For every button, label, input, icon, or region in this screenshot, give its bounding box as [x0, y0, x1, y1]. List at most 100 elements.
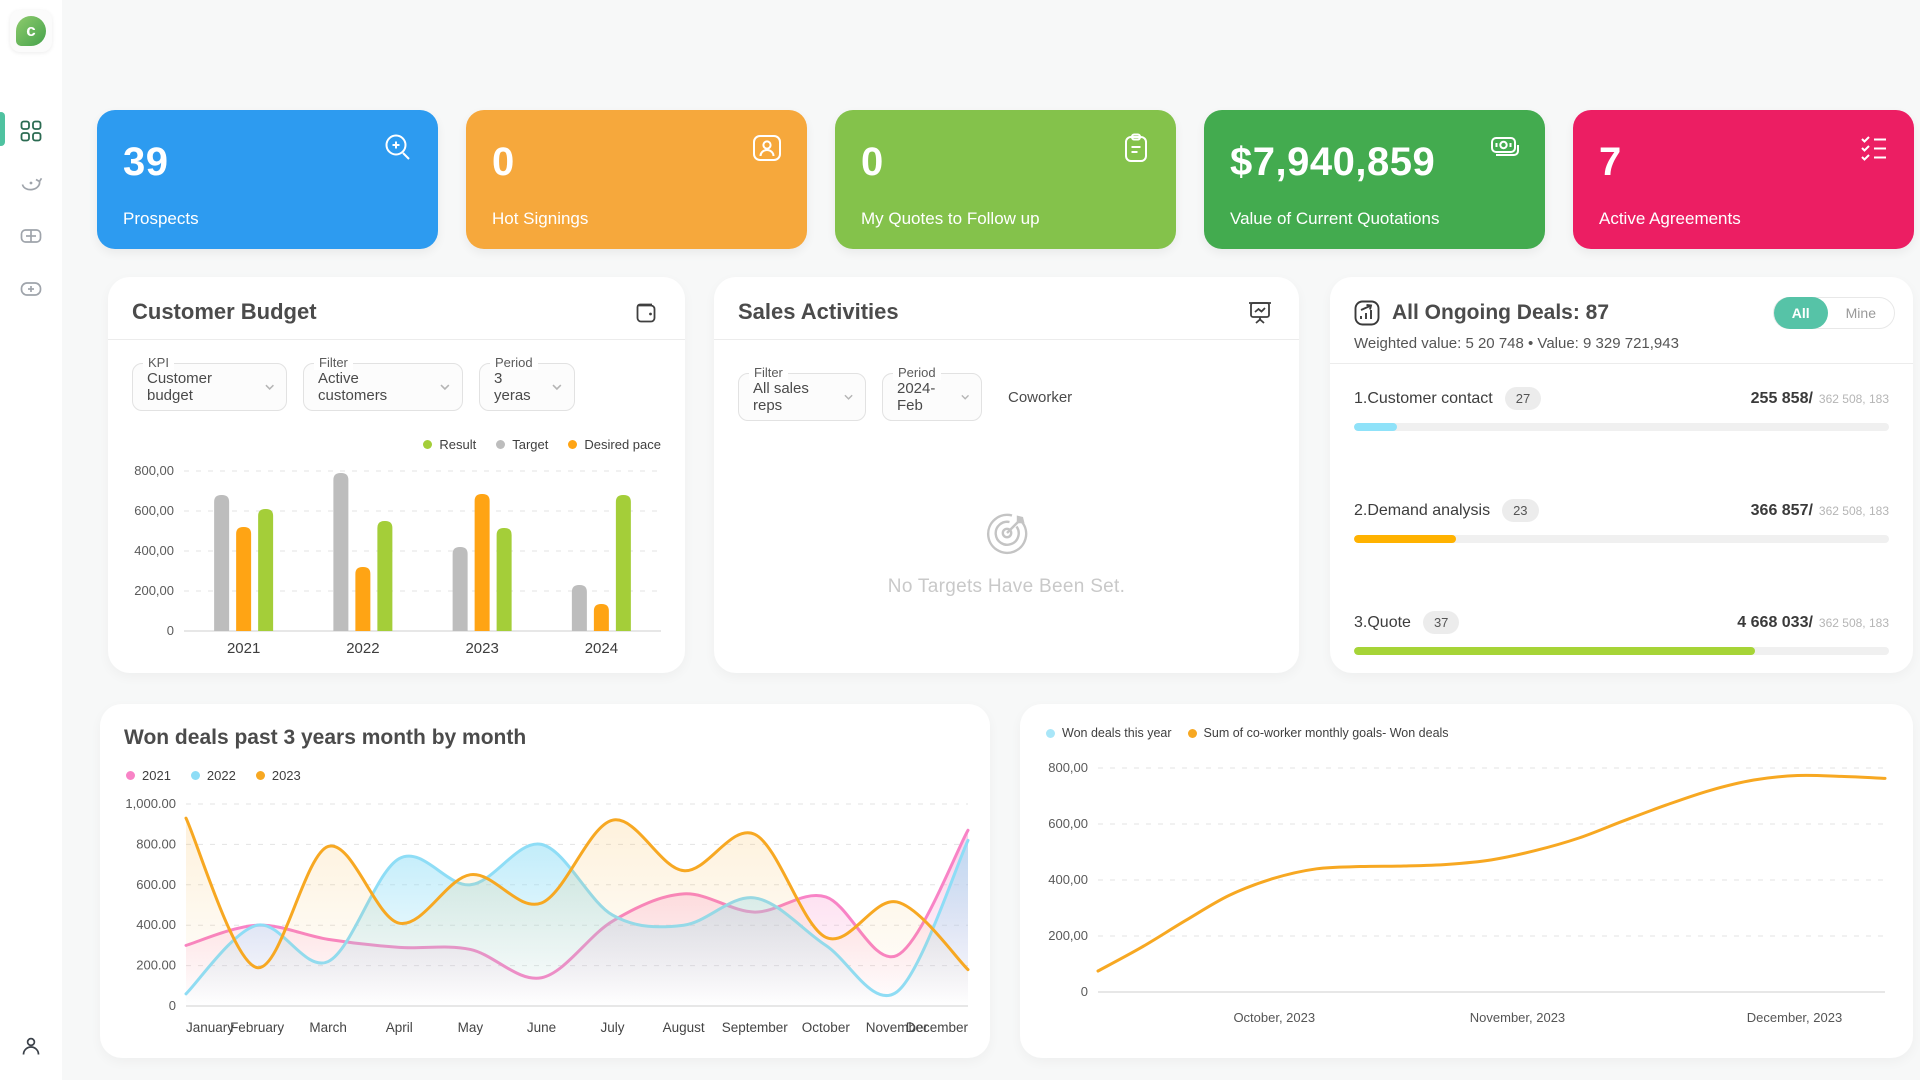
- deal-value: 366 857/: [1751, 502, 1813, 520]
- svg-text:400,00: 400,00: [1048, 872, 1088, 887]
- svg-text:800,00: 800,00: [134, 463, 174, 478]
- sidebar-item-goals[interactable]: [0, 169, 62, 197]
- legend-label: 2022: [207, 768, 236, 783]
- deal-total: 362 508, 183: [1819, 504, 1889, 518]
- select-label: KPI: [143, 355, 174, 370]
- chevron-down-icon: [440, 384, 450, 391]
- legend-label: Sum of co-worker monthly goals- Won deal…: [1204, 726, 1449, 740]
- deal-total: 362 508, 183: [1819, 392, 1889, 406]
- legend-label: Desired pace: [584, 437, 661, 452]
- svg-text:400.00: 400.00: [136, 917, 176, 932]
- sales-period-select[interactable]: Period 2024-Feb: [882, 373, 982, 421]
- clipboard-icon: [1118, 130, 1154, 166]
- svg-text:200,00: 200,00: [134, 583, 174, 598]
- board-icon: [19, 224, 43, 248]
- filter-select[interactable]: Filter Active customers: [303, 363, 463, 411]
- svg-text:800.00: 800.00: [136, 836, 176, 851]
- period-select[interactable]: Period 3 yeras: [479, 363, 575, 411]
- sidebar-nav: [0, 118, 62, 303]
- select-label: Period: [893, 365, 941, 380]
- deal-count-badge: 23: [1502, 499, 1538, 522]
- kpi-row: 39 Prospects 0 Hot Signings 0 My Quotes …: [97, 110, 1914, 249]
- no-targets-empty-state: No Targets Have Been Set.: [714, 509, 1299, 598]
- deal-total: 362 508, 183: [1819, 616, 1889, 630]
- deal-stage-label: 2.Demand analysis: [1354, 502, 1490, 520]
- progress-track: [1354, 423, 1889, 431]
- legend-item: Target: [496, 437, 548, 452]
- card-title: Sales Activities: [738, 299, 899, 325]
- legend-label: Target: [512, 437, 548, 452]
- svg-text:May: May: [458, 1020, 484, 1035]
- svg-text:November, 2023: November, 2023: [1470, 1010, 1565, 1025]
- kpi-card-quotation-value[interactable]: $7,940,859 Value of Current Quotations: [1204, 110, 1545, 249]
- sidebar: c: [0, 0, 62, 1080]
- app-logo[interactable]: c: [10, 10, 52, 52]
- svg-text:September: September: [722, 1020, 789, 1035]
- sidebar-item-profile[interactable]: [0, 1032, 62, 1060]
- select-value: Active customers: [318, 370, 430, 404]
- svg-text:600.00: 600.00: [136, 877, 176, 892]
- all-mine-toggle: All Mine: [1773, 297, 1895, 329]
- deal-stage-label: 3.Quote: [1354, 614, 1411, 632]
- dashboard-grid-icon: [20, 120, 42, 142]
- svg-text:200.00: 200.00: [136, 958, 176, 973]
- svg-text:2023: 2023: [465, 640, 498, 657]
- kpi-value: 39: [123, 140, 169, 185]
- sidebar-item-dashboard[interactable]: [0, 118, 62, 144]
- deal-count-badge: 27: [1505, 387, 1541, 410]
- sales-filter-select[interactable]: Filter All sales reps: [738, 373, 866, 421]
- won-deals-area-chart: 1,000.00800.00600.00400.00200.000January…: [124, 794, 972, 1046]
- won-deals-legend: 2021 2022 2023: [126, 768, 301, 783]
- wallet-icon[interactable]: [631, 297, 661, 327]
- legend-dot: [1188, 729, 1197, 738]
- svg-text:October: October: [802, 1020, 851, 1035]
- sales-filters: Filter All sales reps Period 2024-Feb Co…: [738, 373, 1072, 421]
- toggle-option-mine[interactable]: Mine: [1828, 297, 1894, 329]
- kpi-value: 0: [861, 140, 884, 185]
- kpi-card-quotes-follow-up[interactable]: 0 My Quotes to Follow up: [835, 110, 1176, 249]
- target-dart-icon: [983, 509, 1031, 557]
- presentation-chart-icon[interactable]: [1245, 297, 1275, 327]
- legend-item: 2021: [126, 768, 171, 783]
- select-value: All sales reps: [753, 380, 834, 414]
- svg-text:February: February: [230, 1020, 284, 1035]
- kpi-label: Value of Current Quotations: [1230, 209, 1439, 229]
- legend-item: 2023: [256, 768, 301, 783]
- kpi-card-prospects[interactable]: 39 Prospects: [97, 110, 438, 249]
- legend-dot: [126, 771, 135, 780]
- deals-header: All Ongoing Deals: 87 All Mine: [1352, 297, 1895, 329]
- kpi-label: My Quotes to Follow up: [861, 209, 1040, 229]
- sidebar-item-board[interactable]: [0, 222, 62, 250]
- kpi-select[interactable]: KPI Customer budget: [132, 363, 287, 411]
- legend-dot: [568, 440, 577, 449]
- divider: [108, 339, 685, 340]
- svg-text:October, 2023: October, 2023: [1233, 1010, 1315, 1025]
- svg-text:0: 0: [169, 998, 176, 1013]
- svg-text:800,00: 800,00: [1048, 760, 1088, 775]
- kpi-label: Hot Signings: [492, 209, 588, 229]
- select-label: Period: [490, 355, 538, 370]
- toggle-option-all[interactable]: All: [1774, 297, 1828, 329]
- chart-growth-icon: [1352, 298, 1382, 328]
- sidebar-item-add-new[interactable]: [0, 275, 62, 303]
- select-value: Customer budget: [147, 370, 255, 404]
- select-label: Filter: [314, 355, 353, 370]
- logo-letter: c: [26, 21, 35, 41]
- deal-row[interactable]: 1.Customer contact 27 255 858/ 362 508, …: [1354, 387, 1889, 431]
- legend-dot: [423, 440, 432, 449]
- svg-text:2021: 2021: [227, 640, 260, 657]
- kpi-value: $7,940,859: [1230, 140, 1435, 185]
- kpi-card-active-agreements[interactable]: 7 Active Agreements: [1573, 110, 1914, 249]
- kpi-card-hot-signings[interactable]: 0 Hot Signings: [466, 110, 807, 249]
- deal-value: 4 668 033/: [1737, 614, 1813, 632]
- budget-legend: Result Target Desired pace: [423, 437, 661, 452]
- deal-row[interactable]: 3.Quote 37 4 668 033/ 362 508, 183: [1354, 611, 1889, 655]
- deal-row[interactable]: 2.Demand analysis 23 366 857/ 362 508, 1…: [1354, 499, 1889, 543]
- legend-dot: [256, 771, 265, 780]
- legend-item: Desired pace: [568, 437, 661, 452]
- deal-value: 255 858/: [1751, 390, 1813, 408]
- zoom-plus-icon: [380, 130, 416, 166]
- goals-line-chart: 800,00600,00400,00200,000October, 2023No…: [1042, 754, 1897, 1042]
- sales-activities-card: Sales Activities Filter All sales reps P…: [714, 277, 1299, 673]
- svg-text:200,00: 200,00: [1048, 928, 1088, 943]
